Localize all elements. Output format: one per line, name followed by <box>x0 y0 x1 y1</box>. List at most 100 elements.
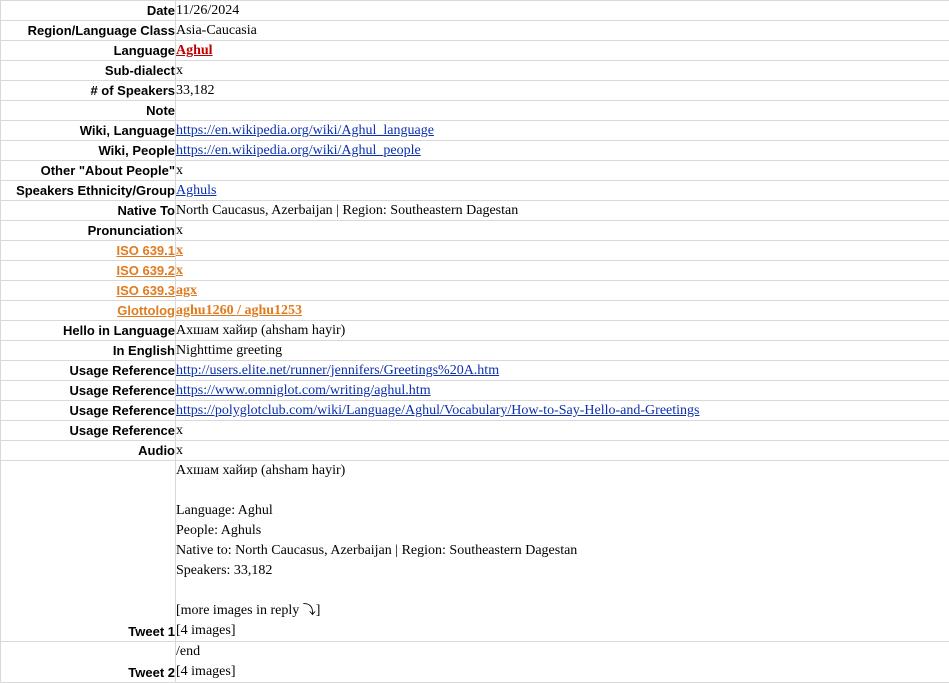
value-language-cell[interactable]: Aghul <box>176 41 949 61</box>
row-language: Language Aghul <box>1 41 949 61</box>
tweet-1-line: Ахшам хайир (ahsham hayir) <box>176 461 949 481</box>
label-iso2[interactable]: ISO 639.2 <box>116 263 175 278</box>
value-usage-1-cell[interactable]: http://users.elite.net/runner/jennifers/… <box>176 361 949 381</box>
value-tweet-2[interactable]: /end [4 images] <box>176 642 949 683</box>
row-date: Date 11/26/2024 <box>1 1 949 21</box>
label-other-about[interactable]: Other "About People" <box>1 161 176 181</box>
label-iso3[interactable]: ISO 639.3 <box>116 283 175 298</box>
tweet-1-reply-line: [more images in reply ⤵] <box>176 601 949 621</box>
value-speakers[interactable]: 33,182 <box>176 81 949 101</box>
row-usage-4: Usage Reference x <box>1 421 949 441</box>
label-iso2-cell[interactable]: ISO 639.2 <box>1 261 176 281</box>
label-usage-2[interactable]: Usage Reference <box>1 381 176 401</box>
label-usage-4[interactable]: Usage Reference <box>1 421 176 441</box>
label-note[interactable]: Note <box>1 101 176 121</box>
row-wiki-people: Wiki, People https://en.wikipedia.org/wi… <box>1 141 949 161</box>
value-date[interactable]: 11/26/2024 <box>176 1 949 21</box>
tweet-2-line: [4 images] <box>176 662 949 682</box>
label-usage-3[interactable]: Usage Reference <box>1 401 176 421</box>
tweet-1-line <box>176 581 949 601</box>
value-wiki-language-cell[interactable]: https://en.wikipedia.org/wiki/Aghul_lang… <box>176 121 949 141</box>
value-audio[interactable]: x <box>176 441 949 461</box>
value-note[interactable] <box>176 101 949 121</box>
label-native-to[interactable]: Native To <box>1 201 176 221</box>
label-tweet-1[interactable]: Tweet 1 <box>1 461 176 642</box>
row-pronunciation: Pronunciation x <box>1 221 949 241</box>
tweet-2-line: /end <box>176 642 949 662</box>
row-iso1: ISO 639.1 x <box>1 241 949 261</box>
label-speakers[interactable]: # of Speakers <box>1 81 176 101</box>
ethnicity-link[interactable]: Aghuls <box>176 183 216 198</box>
wiki-language-link[interactable]: https://en.wikipedia.org/wiki/Aghul_lang… <box>176 123 434 138</box>
label-wiki-language[interactable]: Wiki, Language <box>1 121 176 141</box>
row-usage-3: Usage Reference https://polyglotclub.com… <box>1 401 949 421</box>
row-note: Note <box>1 101 949 121</box>
label-wiki-people[interactable]: Wiki, People <box>1 141 176 161</box>
tweet-1-line: [4 images] <box>176 621 949 641</box>
row-wiki-language: Wiki, Language https://en.wikipedia.org/… <box>1 121 949 141</box>
label-ethnicity[interactable]: Speakers Ethnicity/Group <box>1 181 176 201</box>
value-glottolog[interactable]: aghu1260 / aghu1253 <box>176 303 302 318</box>
label-glottolog[interactable]: Glottolog <box>117 303 175 318</box>
tweet-1-line <box>176 481 949 501</box>
label-iso1-cell[interactable]: ISO 639.1 <box>1 241 176 261</box>
label-iso3-cell[interactable]: ISO 639.3 <box>1 281 176 301</box>
value-language[interactable]: Aghul <box>176 43 213 58</box>
label-pronunciation[interactable]: Pronunciation <box>1 221 176 241</box>
usage-2-link[interactable]: https://www.omniglot.com/writing/aghul.h… <box>176 383 431 398</box>
row-tweet-2: Tweet 2 /end [4 images] <box>1 642 949 683</box>
label-region[interactable]: Region/Language Class <box>1 21 176 41</box>
tweet-1-reply-suffix: ] <box>316 603 321 618</box>
value-usage-4[interactable]: x <box>176 421 949 441</box>
usage-1-link[interactable]: http://users.elite.net/runner/jennifers/… <box>176 363 499 378</box>
label-date[interactable]: Date <box>1 1 176 21</box>
label-audio[interactable]: Audio <box>1 441 176 461</box>
label-glottolog-cell[interactable]: Glottolog <box>1 301 176 321</box>
row-subdialect: Sub-dialect x <box>1 61 949 81</box>
row-ethnicity: Speakers Ethnicity/Group Aghuls <box>1 181 949 201</box>
label-subdialect[interactable]: Sub-dialect <box>1 61 176 81</box>
value-ethnicity-cell[interactable]: Aghuls <box>176 181 949 201</box>
label-in-english[interactable]: In English <box>1 341 176 361</box>
tweet-1-reply-text: [more images in reply <box>176 603 303 618</box>
label-tweet-2[interactable]: Tweet 2 <box>1 642 176 683</box>
label-iso1[interactable]: ISO 639.1 <box>116 243 175 258</box>
value-iso3[interactable]: agx <box>176 283 197 298</box>
tweet-1-line: Speakers: 33,182 <box>176 561 949 581</box>
value-iso2[interactable]: x <box>176 263 183 278</box>
value-in-english[interactable]: Nighttime greeting <box>176 341 949 361</box>
row-native-to: Native To North Caucasus, Azerbaijan | R… <box>1 201 949 221</box>
value-native-to[interactable]: North Caucasus, Azerbaijan | Region: Sou… <box>176 201 949 221</box>
value-iso3-cell[interactable]: agx <box>176 281 949 301</box>
row-glottolog: Glottolog aghu1260 / aghu1253 <box>1 301 949 321</box>
value-iso1-cell[interactable]: x <box>176 241 949 261</box>
row-iso3: ISO 639.3 agx <box>1 281 949 301</box>
value-iso1[interactable]: x <box>176 243 183 258</box>
value-iso2-cell[interactable]: x <box>176 261 949 281</box>
row-usage-1: Usage Reference http://users.elite.net/r… <box>1 361 949 381</box>
value-pronunciation[interactable]: x <box>176 221 949 241</box>
row-hello: Hello in Language Ахшам хайир (ahsham ha… <box>1 321 949 341</box>
value-usage-2-cell[interactable]: https://www.omniglot.com/writing/aghul.h… <box>176 381 949 401</box>
row-region: Region/Language Class Asia-Caucasia <box>1 21 949 41</box>
row-tweet-1: Tweet 1 Ахшам хайир (ahsham hayir) Langu… <box>1 461 949 642</box>
value-usage-3-cell[interactable]: https://polyglotclub.com/wiki/Language/A… <box>176 401 949 421</box>
label-usage-1[interactable]: Usage Reference <box>1 361 176 381</box>
value-glottolog-cell[interactable]: aghu1260 / aghu1253 <box>176 301 949 321</box>
row-in-english: In English Nighttime greeting <box>1 341 949 361</box>
tweet-1-line: Language: Aghul <box>176 501 949 521</box>
label-hello[interactable]: Hello in Language <box>1 321 176 341</box>
value-other-about[interactable]: x <box>176 161 949 181</box>
row-speakers: # of Speakers 33,182 <box>1 81 949 101</box>
tweet-1-line: People: Aghuls <box>176 521 949 541</box>
wiki-people-link[interactable]: https://en.wikipedia.org/wiki/Aghul_peop… <box>176 143 421 158</box>
usage-3-link[interactable]: https://polyglotclub.com/wiki/Language/A… <box>176 403 699 418</box>
tweet-1-line: Native to: North Caucasus, Azerbaijan | … <box>176 541 949 561</box>
value-hello[interactable]: Ахшам хайир (ahsham hayir) <box>176 321 949 341</box>
value-tweet-1[interactable]: Ахшам хайир (ahsham hayir) Language: Agh… <box>176 461 949 642</box>
value-region[interactable]: Asia-Caucasia <box>176 21 949 41</box>
value-subdialect[interactable]: x <box>176 61 949 81</box>
row-usage-2: Usage Reference https://www.omniglot.com… <box>1 381 949 401</box>
label-language[interactable]: Language <box>1 41 176 61</box>
value-wiki-people-cell[interactable]: https://en.wikipedia.org/wiki/Aghul_peop… <box>176 141 949 161</box>
